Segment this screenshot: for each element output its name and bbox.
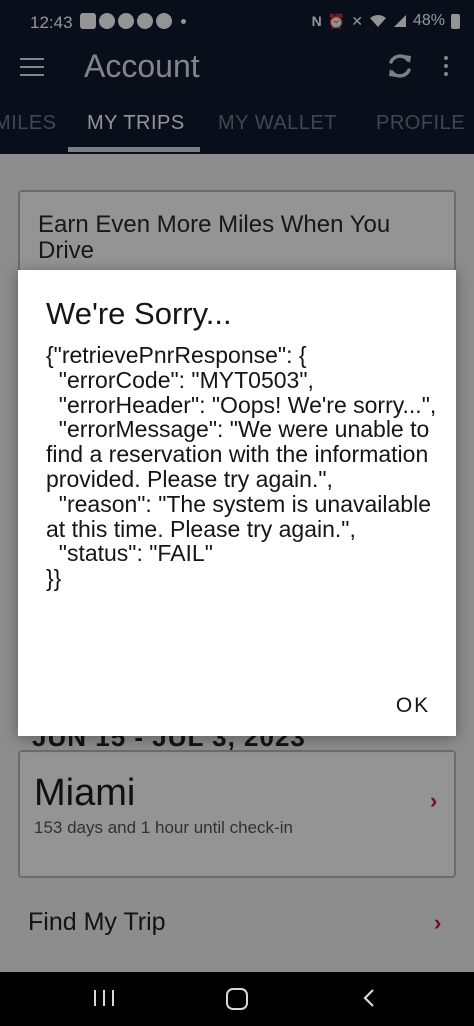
dialog-message: {"retrievePnrResponse": { "errorCode": "… <box>46 342 437 592</box>
dialog-title: We're Sorry... <box>46 296 232 331</box>
recents-icon[interactable] <box>94 990 114 1008</box>
home-icon[interactable] <box>226 988 248 1010</box>
back-icon[interactable] <box>362 988 376 1008</box>
system-nav-bar <box>0 972 474 1026</box>
error-dialog: We're Sorry... {"retrievePnrResponse": {… <box>18 270 456 736</box>
ok-button[interactable]: OK <box>378 688 448 724</box>
